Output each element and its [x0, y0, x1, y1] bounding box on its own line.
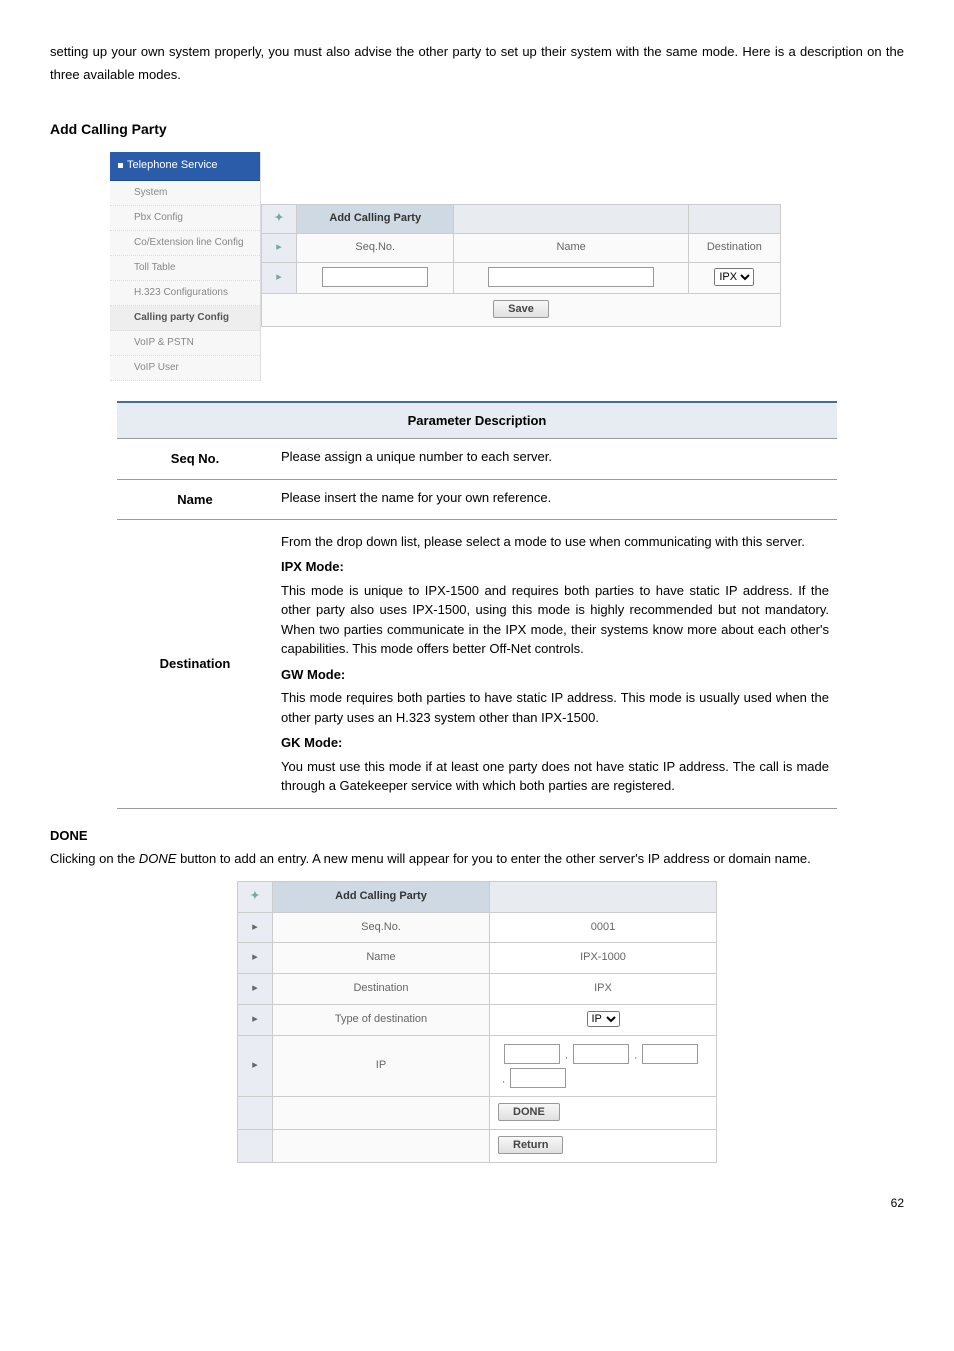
gw-mode-title: GW Mode: — [281, 665, 829, 685]
add-calling-party-table: ✦ Add Calling Party ▸ Seq.No. Name Desti… — [261, 204, 781, 327]
row-marker-icon: ▸ — [262, 262, 297, 293]
screenshot-add-calling-party-form: Telephone Service System Pbx Config Co/E… — [110, 152, 904, 381]
seq-input[interactable] — [322, 267, 428, 287]
form2-title: Add Calling Party — [273, 881, 490, 912]
ip-octet-4[interactable] — [510, 1068, 566, 1088]
param-dest-label: Destination — [117, 519, 273, 808]
ipx-mode-desc: This mode is unique to IPX-1500 and requ… — [281, 581, 829, 659]
ip-octet-2[interactable] — [573, 1044, 629, 1064]
name-label: Name — [273, 943, 490, 974]
sidebar-item-h323[interactable]: H.323 Configurations — [110, 281, 260, 306]
page-number: 62 — [50, 1193, 904, 1215]
param-title: Parameter Description — [117, 402, 837, 439]
ip-label: IP — [273, 1035, 490, 1097]
row-marker-icon: ▸ — [238, 912, 273, 943]
dest-select-cell: IPX — [688, 262, 780, 293]
type-label: Type of destination — [273, 1004, 490, 1035]
seq-value: 0001 — [490, 912, 717, 943]
col-dest: Destination — [688, 233, 780, 262]
type-of-destination-select[interactable]: IP — [587, 1011, 620, 1027]
return-button-cell: Return — [490, 1130, 717, 1163]
gk-mode-desc: You must use this mode if at least one p… — [281, 757, 829, 796]
screenshot-add-calling-party-details: ✦ Add Calling Party ▸ Seq.No. 0001 ▸ Nam… — [237, 881, 717, 1163]
row-marker-icon: ▸ — [238, 1035, 273, 1097]
sidebar-item-system[interactable]: System — [110, 181, 260, 206]
sidebar-item-pbx-config[interactable]: Pbx Config — [110, 206, 260, 231]
form-title: Add Calling Party — [297, 204, 454, 233]
done-button-cell: DONE — [490, 1097, 717, 1130]
row-marker-icon: ▸ — [238, 943, 273, 974]
col-seq: Seq.No. — [297, 233, 454, 262]
ipx-mode-title: IPX Mode: — [281, 557, 829, 577]
name-input[interactable] — [488, 267, 654, 287]
type-value-cell: IP — [490, 1004, 717, 1035]
name-input-cell — [454, 262, 688, 293]
param-seq-desc: Please assign a unique number to each se… — [273, 439, 837, 479]
param-name-label: Name — [117, 479, 273, 519]
sidebar-item-toll-table[interactable]: Toll Table — [110, 256, 260, 281]
gk-mode-title: GK Mode: — [281, 733, 829, 753]
done-button[interactable]: DONE — [498, 1103, 560, 1121]
expand-icon: ✦ — [262, 204, 297, 233]
ip-octet-1[interactable] — [504, 1044, 560, 1064]
done-paragraph: Clicking on the DONE button to add an en… — [50, 847, 904, 870]
name-value: IPX-1000 — [490, 943, 717, 974]
save-row: Save — [262, 293, 781, 326]
parameter-description-table: Parameter Description Seq No. Please ass… — [117, 401, 837, 809]
sidebar-item-co-extension[interactable]: Co/Extension line Config — [110, 231, 260, 256]
seq-label: Seq.No. — [273, 912, 490, 943]
gw-mode-desc: This mode requires both parties to have … — [281, 688, 829, 727]
param-seq-label: Seq No. — [117, 439, 273, 479]
row-marker-icon: ▸ — [262, 233, 297, 262]
param-dest-desc: From the drop down list, please select a… — [273, 519, 837, 808]
sidebar-item-calling-party[interactable]: Calling party Config — [110, 306, 260, 331]
destination-select[interactable]: IPX — [714, 268, 754, 286]
seq-input-cell — [297, 262, 454, 293]
param-name-desc: Please insert the name for your own refe… — [273, 479, 837, 519]
done-heading: DONE — [50, 824, 904, 847]
dest-intro: From the drop down list, please select a… — [281, 532, 829, 552]
return-button[interactable]: Return — [498, 1136, 563, 1154]
sidebar-item-voip-pstn[interactable]: VoIP & PSTN — [110, 331, 260, 356]
expand-icon: ✦ — [238, 881, 273, 912]
section-title: Add Calling Party — [50, 117, 904, 142]
row-marker-icon: ▸ — [238, 974, 273, 1005]
square-bullet-icon — [118, 163, 123, 168]
col-name: Name — [454, 233, 688, 262]
ip-octet-3[interactable] — [642, 1044, 698, 1064]
sidebar: Telephone Service System Pbx Config Co/E… — [110, 152, 261, 381]
intro-paragraph: setting up your own system properly, you… — [50, 40, 904, 87]
sidebar-item-voip-user[interactable]: VoIP User — [110, 356, 260, 381]
dest-value: IPX — [490, 974, 717, 1005]
row-marker-icon: ▸ — [238, 1004, 273, 1035]
sidebar-header: Telephone Service — [110, 152, 260, 181]
dest-label: Destination — [273, 974, 490, 1005]
save-button[interactable]: Save — [493, 300, 549, 318]
ip-inputs-cell: . . . — [490, 1035, 717, 1097]
